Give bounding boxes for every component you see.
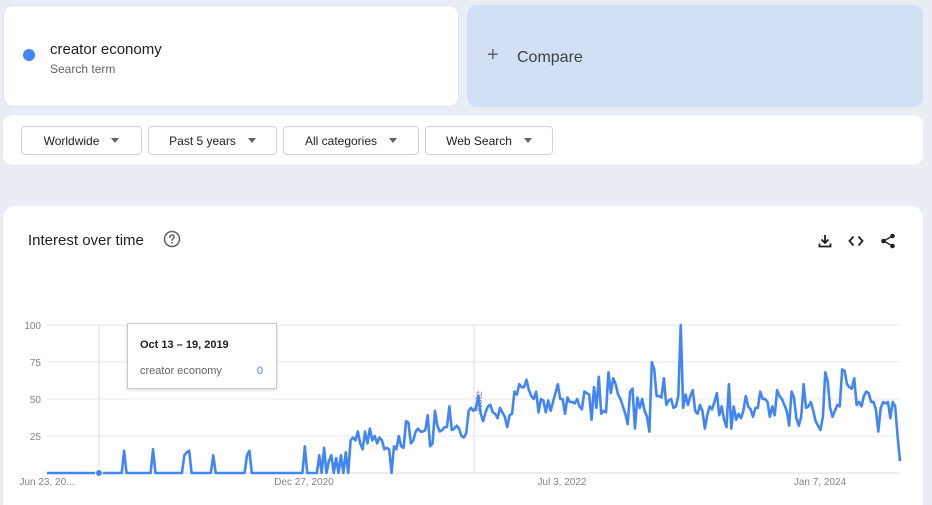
y-tick-label: 75 [30, 358, 42, 369]
tooltip-date: Oct 13 – 19, 2019 [140, 339, 229, 351]
y-tick-label: 100 [24, 321, 41, 332]
chart-tooltip: Oct 13 – 19, 2019 creator economy 0 [127, 323, 277, 389]
x-tick-label: Jun 23, 20... [19, 477, 74, 488]
x-tick-label: Dec 27, 2020 [274, 477, 334, 488]
x-tick-label: Jul 3, 2022 [538, 477, 587, 488]
y-tick-label: 25 [30, 432, 42, 443]
hover-point [95, 469, 103, 477]
y-tick-label: 50 [30, 395, 42, 406]
tooltip-value: 0 [256, 365, 263, 377]
tooltip-term: creator economy [140, 365, 222, 377]
x-tick-label: Jan 7, 2024 [794, 477, 847, 488]
line-chart: 25 50 75 100 Jun 23, 20... Dec 27, 2020 Jul 3,… [19, 321, 902, 488]
